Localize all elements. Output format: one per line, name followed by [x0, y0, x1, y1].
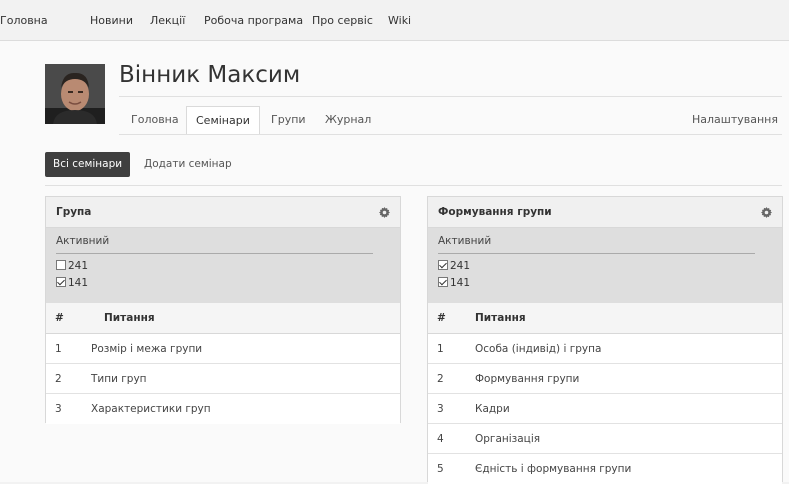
row-number: 5 [437, 463, 444, 475]
row-question: Типи груп [91, 373, 147, 385]
topnav-item-work-program[interactable]: Робоча програма [204, 0, 303, 41]
avatar-photo [45, 64, 105, 124]
row-number: 2 [437, 373, 444, 385]
filter-divider [438, 253, 755, 254]
gear-icon[interactable] [761, 207, 772, 218]
row-number: 2 [55, 373, 62, 385]
table-body: 1 Розмір і межа групи 2 Типи груп 3 Характе… [46, 334, 400, 424]
topnav-item-about[interactable]: Про сервіс [312, 0, 373, 41]
checkbox[interactable] [56, 260, 66, 270]
row-number: 3 [437, 403, 444, 415]
settings-link[interactable]: Налаштування [692, 106, 778, 134]
column-header-number: # [55, 312, 64, 324]
row-number: 1 [437, 343, 444, 355]
table-row[interactable]: 5 Єдність і формування групи [428, 454, 782, 484]
table-row[interactable]: 3 Кадри [428, 394, 782, 424]
column-header-number: # [437, 312, 446, 324]
row-number: 4 [437, 433, 444, 445]
table-row[interactable]: 1 Розмір і межа групи [46, 334, 400, 364]
row-number: 1 [55, 343, 62, 355]
tabs-divider [119, 134, 782, 135]
topnav-item-home[interactable]: Головна [0, 0, 48, 41]
checkbox-label: 141 [68, 277, 89, 289]
group-panel: Група Активний 241 141 # Питання 1 Розмір… [45, 196, 401, 424]
topnav-item-lectures[interactable]: Лекції [150, 0, 185, 41]
row-question: Характеристики груп [91, 403, 211, 415]
topnav-item-wiki[interactable]: Wiki [388, 0, 411, 41]
tab-journal[interactable]: Журнал [315, 106, 381, 135]
active-filter: Активний 241 141 [46, 228, 400, 303]
tab-seminars[interactable]: Семінари [186, 106, 260, 135]
gear-icon[interactable] [379, 207, 390, 218]
topnav-item-news[interactable]: Новини [90, 0, 133, 41]
filter-option-141[interactable]: 141 [56, 277, 88, 290]
row-number: 3 [55, 403, 62, 415]
panel-header: Формування групи [428, 197, 782, 228]
filter-label: Активний [438, 235, 492, 247]
table-row[interactable]: 1 Особа (індивід) і група [428, 334, 782, 364]
checkbox-label: 241 [450, 260, 471, 272]
table-header: # Питання [428, 303, 782, 334]
row-question: Організація [475, 433, 541, 445]
filter-divider [56, 253, 373, 254]
avatar [45, 64, 105, 124]
top-navigation: Головна Новини Лекції Робоча програма Пр… [0, 0, 789, 41]
table-header: # Питання [46, 303, 400, 334]
filter-option-141[interactable]: 141 [438, 277, 470, 290]
checkbox[interactable] [438, 277, 448, 287]
name-divider [119, 96, 782, 97]
table-body: 1 Особа (індивід) і група 2 Формування гру… [428, 334, 782, 484]
add-seminar-button[interactable]: Додати семінар [138, 152, 238, 177]
panel-title: Формування групи [438, 206, 552, 218]
row-question: Формування групи [475, 373, 580, 385]
checkbox[interactable] [56, 277, 66, 287]
tab-home[interactable]: Головна [121, 106, 189, 135]
table-row[interactable]: 4 Організація [428, 424, 782, 454]
row-question: Кадри [475, 403, 510, 415]
active-filter: Активний 241 141 [428, 228, 782, 303]
profile-name: Вінник Максим [119, 62, 301, 88]
checkbox-label: 141 [450, 277, 471, 289]
pills-divider [45, 185, 782, 186]
all-seminars-button[interactable]: Всі семінари [45, 152, 131, 177]
checkbox[interactable] [438, 260, 448, 270]
checkbox-label: 241 [68, 260, 89, 272]
tab-groups[interactable]: Групи [261, 106, 316, 135]
table-row[interactable]: 2 Типи груп [46, 364, 400, 394]
column-header-question: Питання [104, 312, 155, 324]
row-question: Єдність і формування групи [475, 463, 632, 475]
group-formation-panel: Формування групи Активний 241 141 # Пита… [427, 196, 783, 484]
table-row[interactable]: 2 Формування групи [428, 364, 782, 394]
row-question: Особа (індивід) і група [475, 343, 602, 355]
panel-title: Група [56, 206, 92, 218]
column-header-question: Питання [475, 312, 526, 324]
row-question: Розмір і межа групи [91, 343, 203, 355]
filter-option-241[interactable]: 241 [56, 260, 88, 273]
panel-header: Група [46, 197, 400, 228]
filter-option-241[interactable]: 241 [438, 260, 470, 273]
table-row[interactable]: 3 Характеристики груп [46, 394, 400, 424]
filter-label: Активний [56, 235, 110, 247]
